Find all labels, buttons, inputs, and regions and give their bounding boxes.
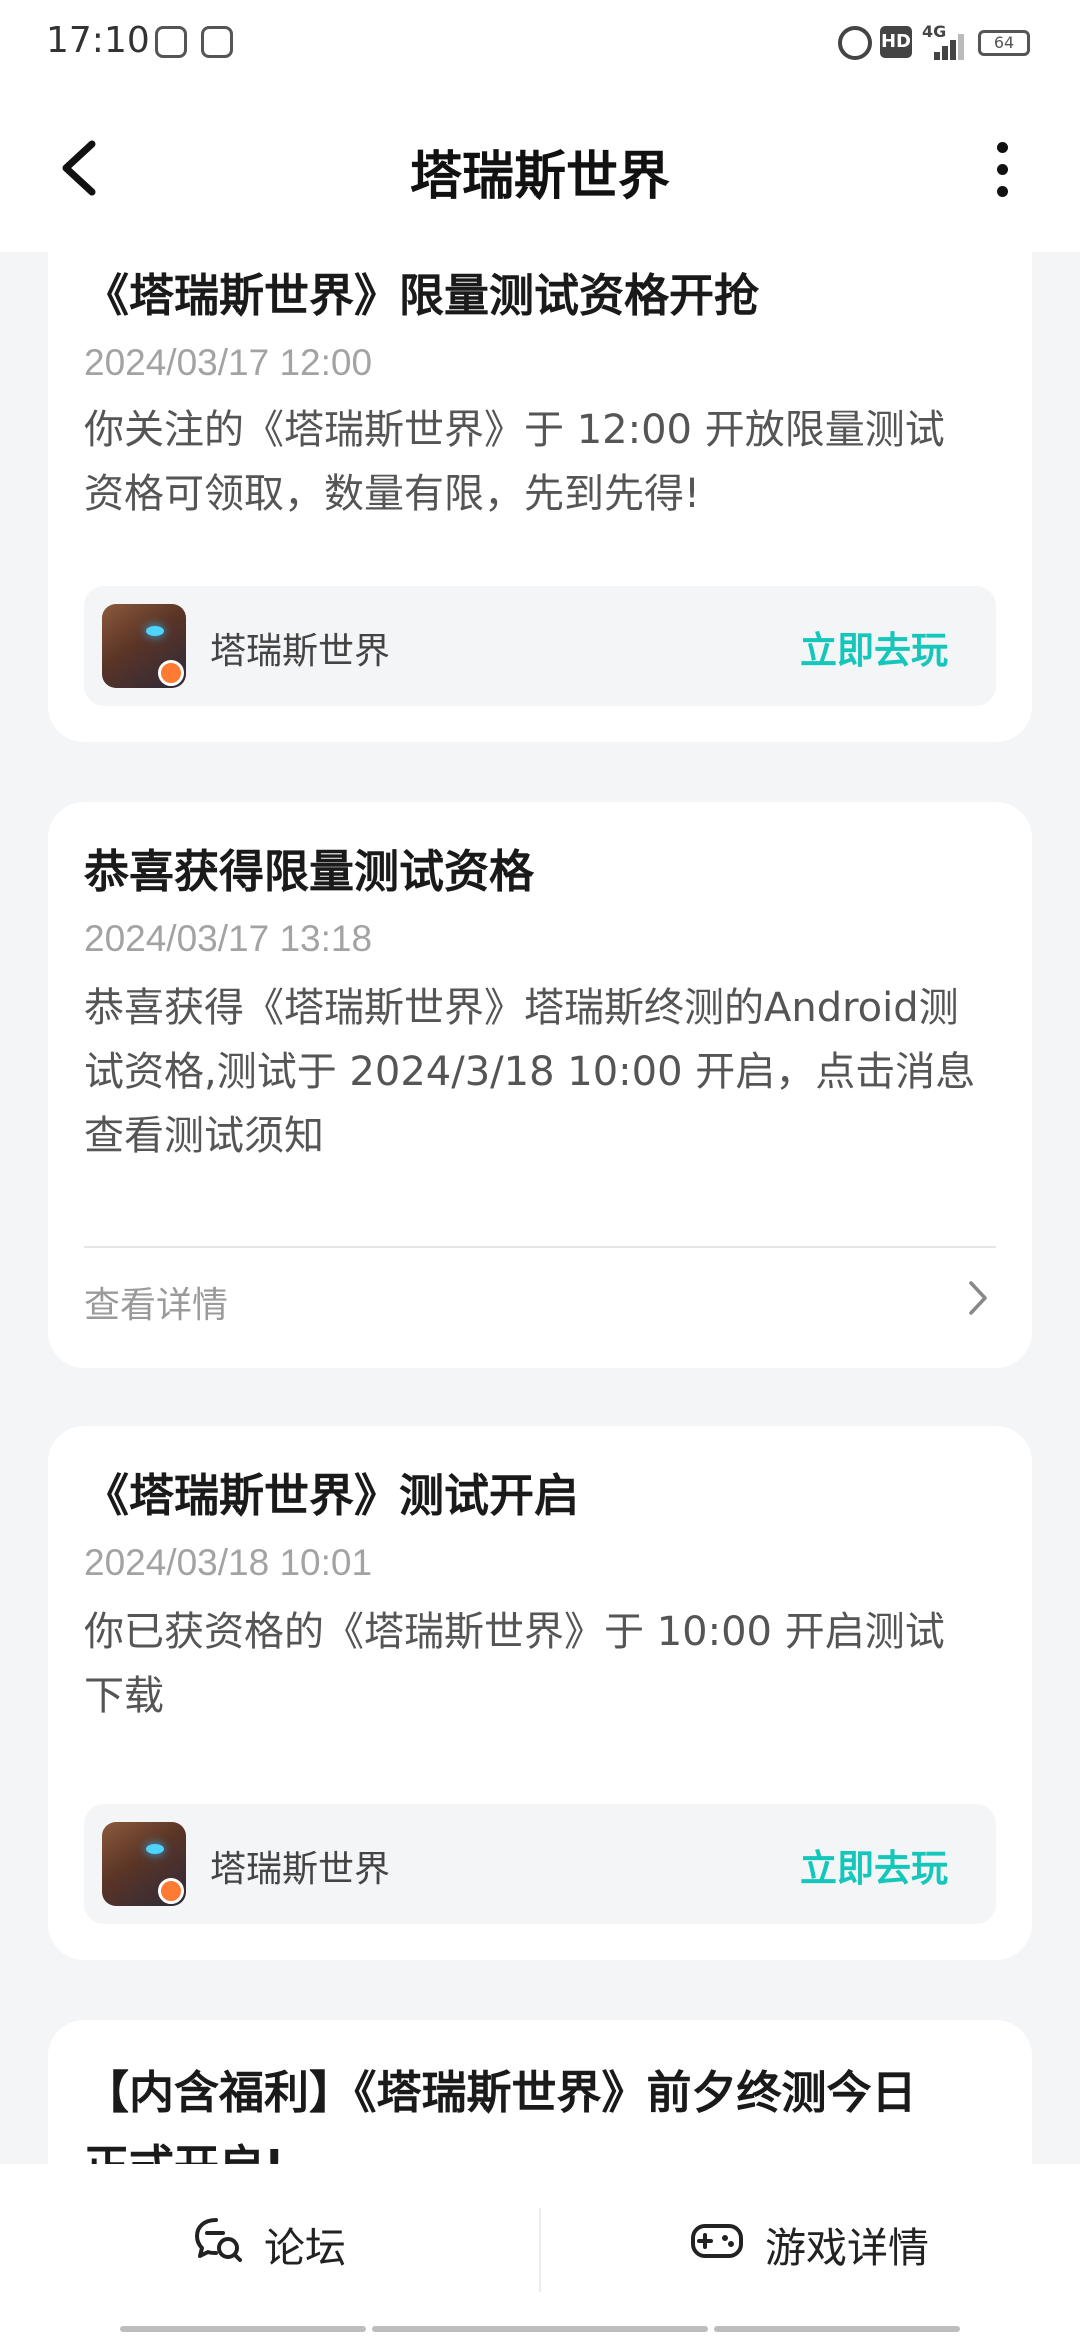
message-body: 你关注的《塔瑞斯世界》于 12:00 开放限量测试 资格可领取，数量有限，先到先… [84,398,996,526]
message-title: 恭喜获得限量测试资格 [84,845,535,898]
bilibili-icon [155,26,187,58]
game-avatar [102,1822,186,1906]
message-title: 【内含福利】《塔瑞斯世界》前夕终测今日 正式开启! [84,2056,996,2164]
view-details-label: 查看详情 [84,1285,229,1326]
app-header: 塔瑞斯世界 [0,84,1080,252]
gamepad-icon [689,2214,743,2266]
page-title: 塔瑞斯世界 [409,147,670,207]
message-time: 2024/03/17 12:00 [84,342,373,383]
message-time: 2024/03/17 13:18 [84,918,373,959]
message-body: 你已获资格的《塔瑞斯世界》于 10:00 开启测试 下载 [84,1600,996,1728]
chevron-right-icon [966,1278,990,1318]
message-card[interactable]: 恭喜获得限量测试资格 2024/03/17 13:18 恭喜获得《塔瑞斯世界》塔… [48,802,1032,1368]
play-now-button[interactable]: 立即去玩 [800,620,948,674]
game-name: 塔瑞斯世界 [210,1849,391,1890]
network-type: 4G [922,22,947,41]
signal-icon: 4G [922,22,964,60]
message-title-line: 【内含福利】《塔瑞斯世界》前夕终测今日 [84,2066,917,2119]
message-title: 《塔瑞斯世界》限量测试资格开抢 [84,269,760,322]
home-indicator [120,2326,366,2332]
message-body-line: 下载 [84,1673,164,1719]
game-detail-tab[interactable]: 游戏详情 [541,2164,1080,2314]
game-detail-label: 游戏详情 [765,2224,929,2272]
message-card[interactable]: 《塔瑞斯世界》测试开启 2024/03/18 10:01 你已获资格的《塔瑞斯世… [48,1426,1032,1960]
screenshot-icon [201,26,233,58]
chat-search-icon [192,2214,244,2266]
message-body-line: 查看测试须知 [84,1113,324,1159]
game-entry[interactable]: 塔瑞斯世界 立即去玩 [84,1804,996,1924]
game-entry[interactable]: 塔瑞斯世界 立即去玩 [84,586,996,706]
message-body-line: 试资格,测试于 2024/3/18 10:00 开启，点击消息 [84,1049,976,1095]
forum-label: 论坛 [264,2224,346,2272]
message-body: 恭喜获得《塔瑞斯世界》塔瑞斯终测的Android测 试资格,测试于 2024/3… [84,976,996,1168]
status-bar: 17:10 HD 4G 64 [0,0,1080,84]
message-body-line: 资格可领取，数量有限，先到先得! [84,471,701,517]
hd-icon: HD [880,26,912,58]
message-body-line: 你关注的《塔瑞斯世界》于 12:00 开放限量测试 [84,407,945,453]
message-card[interactable]: 《塔瑞斯世界》限量测试资格开抢 2024/03/17 12:00 你关注的《塔瑞… [48,252,1032,742]
alarm-icon [838,26,872,60]
view-details-link[interactable]: 查看详情 [84,1258,996,1338]
message-body-line: 恭喜获得《塔瑞斯世界》塔瑞斯终测的Android测 [84,985,959,1031]
game-avatar [102,604,186,688]
battery-icon: 64 [978,30,1030,56]
message-list[interactable]: 《塔瑞斯世界》限量测试资格开抢 2024/03/17 12:00 你关注的《塔瑞… [0,252,1080,2164]
message-time: 2024/03/18 10:01 [84,1542,373,1583]
message-title: 《塔瑞斯世界》测试开启 [84,1469,580,1522]
message-card[interactable]: 【内含福利】《塔瑞斯世界》前夕终测今日 正式开启! [48,2020,1032,2164]
message-title-line: 正式开启! [84,2130,996,2164]
game-name: 塔瑞斯世界 [210,631,391,672]
bottom-bar: 论坛 游戏详情 [0,2164,1080,2340]
more-vertical-icon[interactable] [990,142,1014,198]
divider [84,1246,996,1248]
play-now-button[interactable]: 立即去玩 [800,1838,948,1892]
home-indicator [372,2326,708,2332]
status-time: 17:10 [46,20,150,61]
forum-tab[interactable]: 论坛 [0,2164,539,2314]
home-indicator [714,2326,960,2332]
message-body-line: 你已获资格的《塔瑞斯世界》于 10:00 开启测试 [84,1609,945,1655]
